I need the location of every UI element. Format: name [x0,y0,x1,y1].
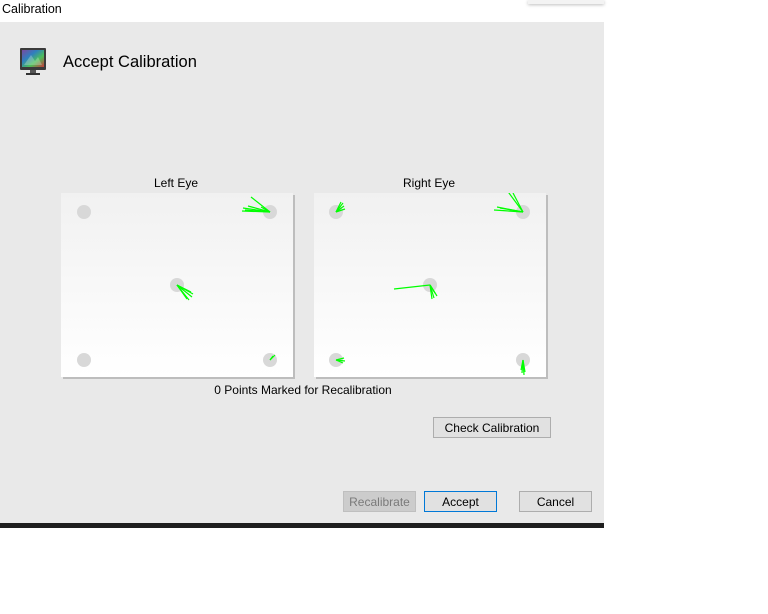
recalibrate-button[interactable]: Recalibrate [343,491,416,512]
dialog-heading: Accept Calibration [63,53,197,71]
calibration-dialog: Accept Calibration Left Eye Right Eye 0 … [0,22,604,523]
check-calibration-button[interactable]: Check Calibration [433,417,551,438]
calibration-point-bottom-left[interactable] [77,353,91,367]
monitor-icon [20,48,46,75]
dialog-bottom-border [0,523,604,528]
accept-button[interactable]: Accept [424,491,497,512]
right-eye-label: Right Eye [402,176,456,190]
cancel-button[interactable]: Cancel [519,491,592,512]
recalibration-status: 0 Points Marked for Recalibration [214,383,392,397]
left-eye-label: Left Eye [153,176,199,190]
calibration-point-top-left[interactable] [77,205,91,219]
left-eye-calibration-panel[interactable] [61,193,293,377]
gaze-vectors [176,196,276,361]
overlapping-window-edge [528,0,604,4]
right-eye-calibration-panel[interactable] [314,193,546,377]
window-title: Calibration [2,2,62,16]
